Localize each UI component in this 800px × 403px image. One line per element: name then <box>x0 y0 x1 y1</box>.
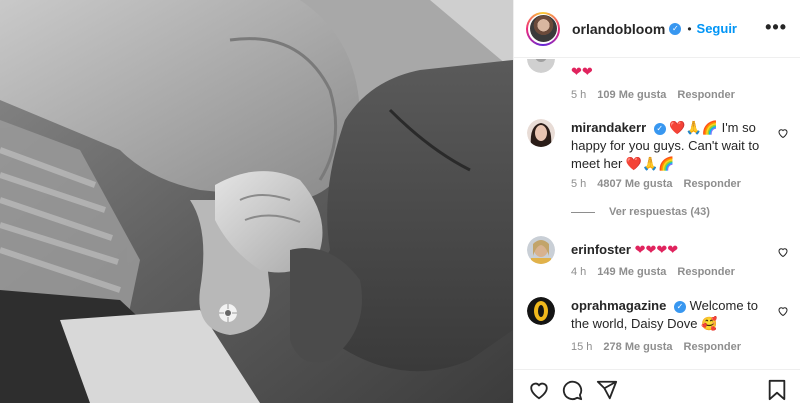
reply-button[interactable]: Responder <box>677 89 734 101</box>
post-photo[interactable] <box>0 0 513 403</box>
commenter-username[interactable]: mirandakerr <box>571 120 646 135</box>
view-replies-button[interactable]: Ver respuestas (43) <box>571 206 710 218</box>
post-header: orlandobloom ✓ • Seguir ••• <box>514 0 800 58</box>
post-panel: orlandobloom ✓ • Seguir ••• ❤❤ 5 h 109 Me… <box>513 0 800 403</box>
author-username[interactable]: orlandobloom <box>572 21 665 37</box>
post-action-bar <box>514 369 800 403</box>
author-avatar[interactable] <box>526 11 560 46</box>
follow-button[interactable]: Seguir <box>697 21 737 36</box>
commenter-avatar[interactable] <box>527 119 555 147</box>
commenter-avatar[interactable] <box>527 297 555 325</box>
heart-icon[interactable] <box>528 379 550 401</box>
comment-time[interactable]: 15 h <box>571 341 592 353</box>
like-comment-heart-icon[interactable] <box>777 246 789 258</box>
reply-button[interactable]: Responder <box>684 341 741 353</box>
comment-text: ❤❤ <box>571 64 593 79</box>
commenter-avatar[interactable] <box>527 59 555 73</box>
verified-badge-icon: ✓ <box>673 301 686 313</box>
verified-badge-icon: ✓ <box>653 123 666 135</box>
commenter-username[interactable]: erinfoster <box>571 242 631 257</box>
comment-time[interactable]: 4 h <box>571 266 586 278</box>
separator-dot: • <box>687 21 692 36</box>
comment-text: ❤❤❤❤ <box>634 242 679 257</box>
comments-list[interactable]: ❤❤ 5 h 109 Me gusta Responder mirandakerr … <box>514 59 800 369</box>
comment-likes[interactable]: 278 Me gusta <box>603 341 672 353</box>
bookmark-icon[interactable] <box>767 379 787 401</box>
more-options-icon[interactable]: ••• <box>765 18 787 36</box>
commenter-username[interactable]: oprahmagazine <box>571 298 666 313</box>
reply-button[interactable]: Responder <box>677 266 734 278</box>
like-comment-heart-icon[interactable] <box>777 127 789 139</box>
comment-time[interactable]: 5 h <box>571 89 586 101</box>
comment-icon[interactable] <box>561 379 583 401</box>
comment-likes[interactable]: 149 Me gusta <box>597 266 666 278</box>
verified-badge-icon: ✓ <box>669 22 682 35</box>
reply-button[interactable]: Responder <box>684 178 741 190</box>
like-comment-heart-icon[interactable] <box>777 305 789 317</box>
share-icon[interactable] <box>596 379 618 401</box>
comment-likes[interactable]: 109 Me gusta <box>597 89 666 101</box>
comment-time[interactable]: 5 h <box>571 178 586 190</box>
baby-hand-photo <box>0 0 513 403</box>
comment-likes[interactable]: 4807 Me gusta <box>597 178 672 190</box>
commenter-avatar[interactable] <box>527 236 555 264</box>
